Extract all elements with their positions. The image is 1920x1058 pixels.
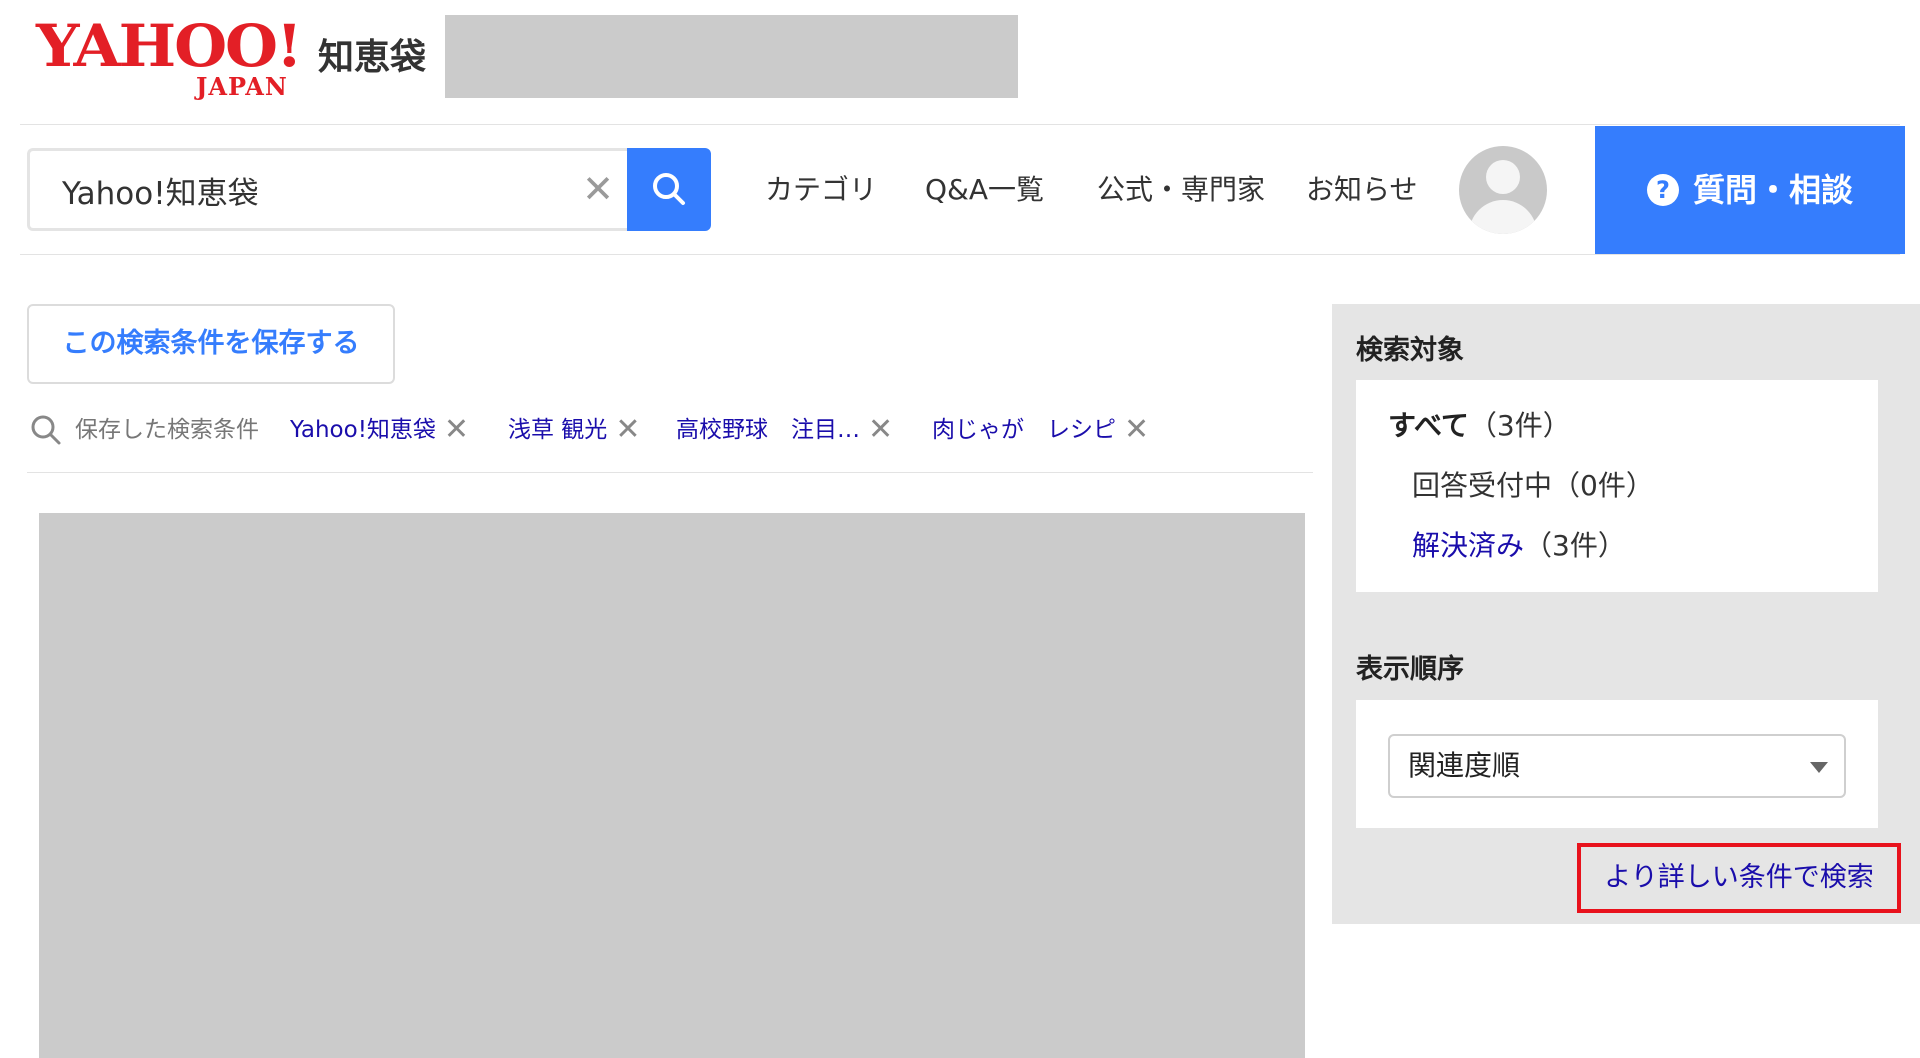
question-icon: ?	[1647, 174, 1679, 206]
filter-label: すべて	[1388, 409, 1469, 442]
remove-condition-icon[interactable]: ✕	[868, 412, 893, 447]
remove-condition-icon[interactable]: ✕	[444, 412, 469, 447]
saved-conditions-label: 保存した検索条件	[75, 417, 259, 443]
avatar-body	[1469, 200, 1537, 234]
content-divider	[27, 472, 1313, 473]
nav-category[interactable]: カテゴリ	[765, 168, 877, 212]
logo-region: JAPAN	[196, 72, 288, 101]
ask-question-button[interactable]: ? 質問・相談	[1595, 126, 1905, 254]
nav-divider	[20, 254, 1900, 255]
saved-condition-link[interactable]: 高校野球 注目…	[676, 417, 860, 443]
logo-brand: YAHOO!	[36, 12, 303, 80]
saved-condition-link[interactable]: 肉じゃが レシピ	[932, 417, 1116, 443]
search-target-heading: 検索対象	[1356, 335, 1464, 366]
search-target-panel: すべて（3件） 回答受付中（0件） 解決済み（3件）	[1356, 380, 1878, 592]
filter-label: 解決済み	[1412, 529, 1525, 562]
filter-count: （3件）	[1524, 529, 1626, 562]
saved-condition-tag: 高校野球 注目… ✕	[676, 412, 893, 448]
nav-notices[interactable]: お知らせ	[1306, 168, 1417, 212]
filter-all[interactable]: すべて（3件）	[1388, 406, 1571, 446]
nav-qa-list[interactable]: Q&A一覧	[925, 168, 1044, 212]
filter-resolved[interactable]: 解決済み（3件）	[1412, 526, 1626, 566]
avatar-head	[1486, 160, 1520, 194]
search-button[interactable]	[627, 148, 711, 231]
header: YAHOO! JAPAN 知恵袋	[0, 0, 1920, 124]
saved-condition-link[interactable]: Yahoo!知恵袋	[290, 417, 436, 443]
clear-search-icon[interactable]: ✕	[578, 169, 618, 209]
saved-search-icon	[31, 415, 61, 445]
chevron-down-icon	[1810, 762, 1828, 773]
sort-order-heading: 表示順序	[1356, 654, 1464, 685]
save-search-condition-button[interactable]: この検索条件を保存する	[27, 304, 395, 384]
filter-count: （3件）	[1468, 409, 1571, 442]
main-ad-placeholder	[39, 513, 1305, 1058]
saved-condition-tag: 浅草 観光 ✕	[508, 412, 640, 448]
filter-open: 回答受付中（0件）	[1412, 466, 1654, 506]
user-avatar[interactable]	[1459, 146, 1547, 234]
search-box: ✕	[27, 148, 627, 231]
advanced-search-link[interactable]: より詳しい条件で検索	[1577, 843, 1901, 913]
sort-order-value: 関連度順	[1408, 749, 1521, 782]
search-icon	[653, 173, 685, 205]
filter-count: （0件）	[1552, 469, 1654, 502]
search-input[interactable]	[60, 151, 544, 230]
filter-label: 回答受付中	[1412, 469, 1553, 502]
service-name: 知恵袋	[318, 37, 427, 78]
search-sidebar: 検索対象 すべて（3件） 回答受付中（0件） 解決済み（3件） 表示順序 関連度…	[1332, 304, 1920, 924]
remove-condition-icon[interactable]: ✕	[1124, 412, 1149, 447]
ask-button-label: 質問・相談	[1693, 171, 1854, 209]
nav-official-experts[interactable]: 公式・専門家	[1097, 168, 1265, 212]
yahoo-chiebukuro-logo[interactable]: YAHOO! JAPAN 知恵袋	[36, 12, 436, 101]
sort-order-select[interactable]: 関連度順	[1388, 734, 1846, 798]
saved-condition-tag: 肉じゃが レシピ ✕	[932, 412, 1149, 448]
remove-condition-icon[interactable]: ✕	[615, 412, 640, 447]
top-ad-placeholder	[445, 15, 1018, 98]
saved-condition-tag: Yahoo!知恵袋 ✕	[290, 412, 469, 448]
sort-order-panel: 関連度順	[1356, 700, 1878, 828]
saved-conditions-row: 保存した検索条件 Yahoo!知恵袋 ✕ 浅草 観光 ✕ 高校野球 注目… ✕ 肉じゃ…	[30, 408, 1310, 452]
header-divider	[20, 124, 1900, 125]
saved-condition-link[interactable]: 浅草 観光	[508, 417, 607, 443]
